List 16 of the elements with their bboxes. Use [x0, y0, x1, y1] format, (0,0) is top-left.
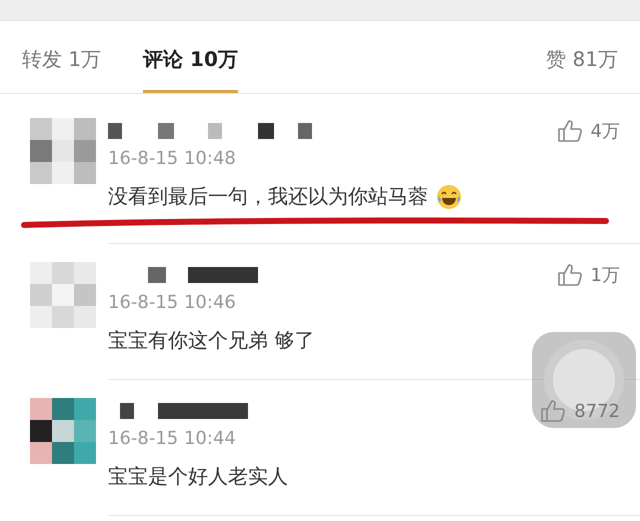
thumbs-up-icon[interactable] [556, 119, 583, 143]
comment-time: 16-8-15 10:46 [108, 292, 237, 313]
tab[interactable]: 赞 81万 [546, 21, 618, 93]
like-count: 8772 [574, 400, 620, 422]
thumbs-up-icon[interactable] [556, 263, 583, 287]
like-count: 1万 [590, 264, 620, 287]
comment-text: 宝宝是个好人老实人 [108, 463, 288, 490]
assistive-touch-button[interactable] [532, 332, 636, 428]
thumbs-up-icon[interactable] [540, 399, 566, 423]
comment-text: 没看到最后一句，我还以为你站马蓉 [108, 183, 428, 210]
comment-time: 16-8-15 10:44 [108, 428, 237, 449]
comment-time: 16-8-15 10:48 [108, 148, 237, 169]
comment-text: 宝宝有你这个兄弟 够了 [108, 327, 314, 354]
tab[interactable]: 评论 10万 [143, 21, 238, 93]
tab[interactable]: 转发 1万 [22, 21, 102, 93]
like-count: 4万 [590, 120, 620, 143]
